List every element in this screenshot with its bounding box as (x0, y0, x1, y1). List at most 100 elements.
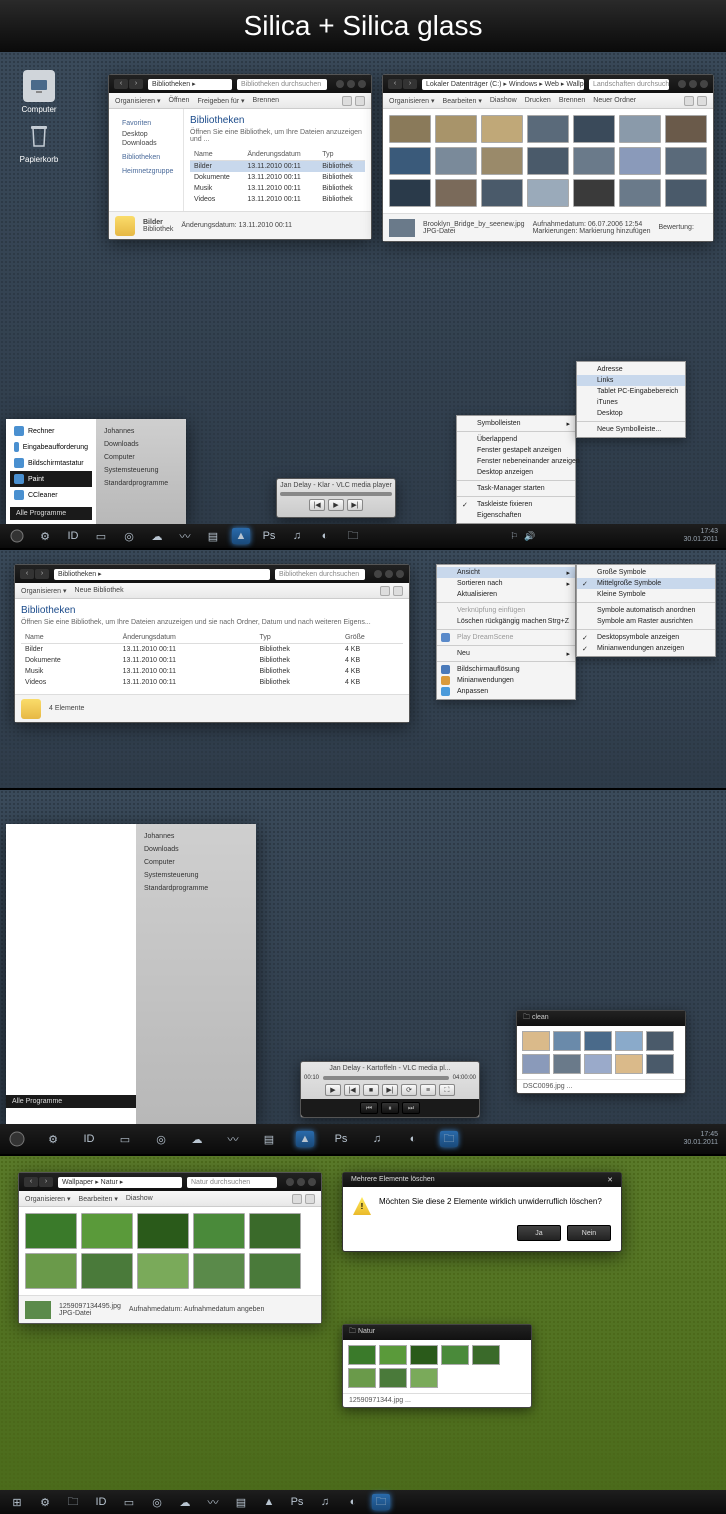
thumbnail[interactable] (81, 1253, 133, 1289)
start-button[interactable] (8, 528, 26, 544)
menu-item[interactable]: Links (577, 375, 685, 386)
thumbnail[interactable] (193, 1213, 245, 1249)
search-input[interactable]: Bibliotheken durchsuchen (275, 569, 365, 580)
thumbnail[interactable] (137, 1253, 189, 1289)
tb-icon[interactable]: ⚙ (36, 528, 54, 544)
thumbnail[interactable] (249, 1213, 301, 1249)
search-input[interactable]: Bibliotheken durchsuchen (237, 79, 327, 90)
max-button[interactable] (689, 80, 697, 88)
close-button[interactable] (700, 80, 708, 88)
tb-icon[interactable]: ⚙ (36, 1494, 54, 1510)
breadcrumb[interactable]: Lokaler Datenträger (C:) ▸ Windows ▸ Web… (422, 79, 584, 90)
min-button[interactable] (374, 570, 382, 578)
help-icon[interactable] (393, 586, 403, 596)
prev-button[interactable]: |◀ (344, 1084, 360, 1096)
all-programs[interactable]: Alle Programme (10, 507, 92, 520)
table-row[interactable]: Bilder13.11.2010 00:11Bibliothek (190, 161, 365, 173)
menu-item[interactable]: Symbolleisten▸ (457, 418, 575, 429)
menu-item[interactable]: Löschen rückgängig machenStrg+Z (437, 616, 575, 627)
thumbnail[interactable] (137, 1213, 189, 1249)
max-button[interactable] (347, 80, 355, 88)
col-date[interactable]: Änderungsdatum (119, 632, 256, 644)
menu-item[interactable]: Aktualisieren (437, 589, 575, 600)
thumbnail[interactable] (665, 115, 707, 143)
tb-icon[interactable]: ▭ (92, 528, 110, 544)
tb-icon[interactable]: ID (80, 1131, 98, 1147)
menu-item[interactable]: Eigenschaften (457, 510, 575, 521)
thumbnail[interactable] (389, 115, 431, 143)
thumbnail[interactable] (522, 1054, 550, 1074)
tb-icon[interactable]: Ps (332, 1131, 350, 1147)
thumbnail[interactable] (435, 179, 477, 207)
menu-item[interactable]: Tablet PC-Eingabebereich (577, 386, 685, 397)
mini-explorer-natur[interactable]: 🗀 Natur 12590971344.jpg ... (342, 1324, 532, 1408)
nav-back[interactable]: ‹ (20, 569, 34, 579)
menu-item[interactable]: Symbole am Raster ausrichten (577, 616, 715, 627)
next-button[interactable]: ▶| (382, 1084, 398, 1096)
menu-item[interactable]: Kleine Symbole (577, 589, 715, 600)
taskbar-context-menu[interactable]: Symbolleisten▸ÜberlappendFenster gestape… (456, 415, 576, 524)
next-button[interactable]: ▶| (347, 499, 363, 511)
start-menu[interactable]: RechnerEingabeaufforderungBildschirmtast… (6, 419, 186, 524)
thumbnail[interactable] (527, 179, 569, 207)
tb-icon[interactable]: 🗀 (64, 1494, 82, 1510)
start-item[interactable]: Systemsteuerung (102, 464, 180, 477)
sidebar-item[interactable]: Downloads (114, 139, 178, 148)
thumbnail[interactable] (25, 1213, 77, 1249)
menu-item[interactable]: Fenster nebeneinander anzeigen (457, 456, 575, 467)
clock[interactable]: 17:4530.01.2011 (683, 1131, 718, 1146)
tb-icon[interactable]: 🗀 (344, 528, 362, 544)
tb-icon[interactable]: ⚙ (44, 1131, 62, 1147)
thumbnail[interactable] (348, 1368, 376, 1388)
table-row[interactable]: Musik13.11.2010 00:11Bibliothek4 KB (21, 666, 403, 677)
table-row[interactable]: Bilder13.11.2010 00:11Bibliothek4 KB (21, 644, 403, 656)
breadcrumb[interactable]: Bibliotheken ▸ (54, 569, 270, 580)
thumbnail[interactable] (389, 179, 431, 207)
tb-icon[interactable]: ◐ (404, 1131, 422, 1147)
nav-back[interactable]: ‹ (24, 1177, 38, 1187)
next-button[interactable]: ⏭ (402, 1102, 420, 1114)
tb-icon[interactable]: 〰 (176, 528, 194, 544)
tray-flag-icon[interactable]: ⚐ (510, 531, 518, 542)
min-button[interactable] (336, 80, 344, 88)
prev-button[interactable]: |◀ (309, 499, 325, 511)
thumbnail[interactable] (615, 1031, 643, 1051)
sidebar-group-favorites[interactable]: Favoriten (114, 119, 178, 128)
thumbnail[interactable] (527, 147, 569, 175)
tb-icon[interactable]: Ps (288, 1494, 306, 1510)
tb-newlib[interactable]: Neue Bibliothek (75, 587, 124, 594)
close-button[interactable] (308, 1178, 316, 1186)
desktop-icon-recycle[interactable]: Papierkorb (14, 120, 64, 164)
titlebar[interactable]: ‹› Bibliotheken ▸ Bibliotheken durchsuch… (109, 75, 371, 93)
start-button[interactable]: ⊞ (8, 1494, 26, 1510)
thumbnail[interactable] (584, 1054, 612, 1074)
start-item[interactable]: Computer (142, 856, 250, 869)
tb-print[interactable]: Drucken (525, 97, 551, 104)
menu-item[interactable]: Task-Manager starten (457, 483, 575, 494)
help-icon[interactable] (355, 96, 365, 106)
menu-item[interactable]: Bildschirmauflösung (437, 664, 575, 675)
start-program[interactable]: CCleaner (10, 487, 92, 503)
min-button[interactable] (286, 1178, 294, 1186)
thumbnail[interactable] (573, 115, 615, 143)
tb-share[interactable]: Freigeben für ▾ (197, 97, 244, 105)
col-date[interactable]: Änderungsdatum (243, 149, 318, 161)
start-program[interactable]: Bildschirmtastatur (10, 455, 92, 471)
prev-button[interactable]: ⏮ (360, 1102, 378, 1114)
menu-item[interactable]: Ansicht▸ (437, 567, 575, 578)
tb-slideshow[interactable]: Diashow (126, 1195, 153, 1202)
menu-item[interactable]: Minianwendungen (437, 675, 575, 686)
breadcrumb[interactable]: Wallpaper ▸ Natur ▸ (58, 1177, 182, 1188)
tb-icon[interactable]: ◎ (152, 1131, 170, 1147)
menu-item[interactable]: Sortieren nach▸ (437, 578, 575, 589)
view-icon[interactable] (342, 96, 352, 106)
tb-icon[interactable]: ◎ (148, 1494, 166, 1510)
min-button[interactable] (678, 80, 686, 88)
col-type[interactable]: Typ (318, 149, 365, 161)
thumbnail[interactable] (665, 147, 707, 175)
tb-organize[interactable]: Organisieren ▾ (25, 1195, 71, 1203)
desktop-icon-computer[interactable]: Computer (14, 70, 64, 114)
start-item[interactable]: Computer (102, 451, 180, 464)
dialog-titlebar[interactable]: Mehrere Elemente löschen✕ (343, 1173, 621, 1187)
delete-dialog[interactable]: Mehrere Elemente löschen✕ ! Möchten Sie … (342, 1172, 622, 1252)
